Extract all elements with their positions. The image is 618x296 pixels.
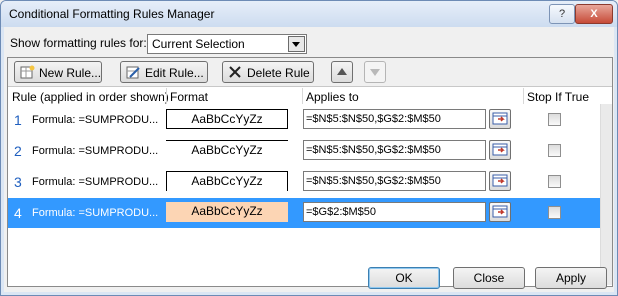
- arrow-down-icon: [370, 69, 380, 76]
- rule-row-selected[interactable]: 4 Formula: =SUMPRODU... AaBbCcYyZz =$G$2…: [8, 198, 600, 228]
- arrow-up-icon: [337, 68, 347, 75]
- rule-number: 1: [14, 112, 22, 128]
- rules-toolbar: New Rule... Edit Rule... Delete Rule: [8, 58, 612, 87]
- rules-header: Rule (applied in order shown) Format App…: [8, 88, 612, 104]
- apply-button[interactable]: Apply: [535, 267, 607, 289]
- stop-if-true-checkbox[interactable]: [548, 175, 561, 188]
- range-selector-button[interactable]: [489, 171, 511, 191]
- range-picker-icon: [492, 205, 508, 218]
- dialog-body: Show formatting rules for: Current Selec…: [4, 27, 614, 292]
- applies-to-value: =$N$5:$N$50,$G$2:$M$50: [306, 144, 441, 156]
- format-preview: AaBbCcYyZz: [166, 171, 288, 191]
- format-preview: AaBbCcYyZz: [166, 140, 288, 160]
- edit-rule-button[interactable]: Edit Rule...: [120, 61, 208, 83]
- rules-scrollbar[interactable]: [600, 104, 612, 285]
- applies-to-field[interactable]: =$N$5:$N$50,$G$2:$M$50: [303, 171, 486, 191]
- help-button[interactable]: ?: [549, 4, 575, 24]
- move-down-button[interactable]: [364, 61, 386, 83]
- edit-rule-icon: [126, 66, 140, 79]
- col-format[interactable]: Format: [170, 90, 208, 104]
- delete-rule-button[interactable]: Delete Rule: [222, 61, 314, 83]
- col-rule[interactable]: Rule (applied in order shown): [12, 90, 169, 104]
- range-picker-icon: [492, 112, 508, 125]
- show-rules-dropdown[interactable]: Current Selection: [147, 34, 307, 54]
- range-picker-icon: [492, 143, 508, 156]
- new-rule-button[interactable]: New Rule...: [14, 61, 102, 83]
- rule-description: Formula: =SUMPRODU...: [32, 114, 159, 126]
- edit-rule-label: Edit Rule...: [145, 66, 204, 80]
- move-up-button[interactable]: [331, 61, 353, 83]
- stop-if-true-checkbox[interactable]: [548, 144, 561, 157]
- applies-to-field[interactable]: =$N$5:$N$50,$G$2:$M$50: [303, 140, 486, 160]
- title-bar[interactable]: Conditional Formatting Rules Manager ? X: [1, 1, 617, 27]
- format-preview: AaBbCcYyZz: [166, 109, 288, 129]
- col-applies-to[interactable]: Applies to: [306, 90, 359, 104]
- delete-icon: [229, 66, 241, 78]
- delete-rule-label: Delete Rule: [247, 66, 310, 80]
- close-button[interactable]: Close: [453, 267, 525, 289]
- applies-to-field[interactable]: =$N$5:$N$50,$G$2:$M$50: [303, 109, 486, 129]
- rule-row[interactable]: 2 Formula: =SUMPRODU... AaBbCcYyZz =$N$5…: [8, 136, 600, 166]
- applies-to-field[interactable]: =$G$2:$M$50: [303, 202, 486, 222]
- range-selector-button[interactable]: [489, 202, 511, 222]
- stop-if-true-checkbox[interactable]: [548, 206, 561, 219]
- rule-description: Formula: =SUMPRODU...: [32, 176, 159, 188]
- rule-number: 4: [14, 205, 22, 221]
- ok-button[interactable]: OK: [368, 267, 440, 289]
- new-rule-label: New Rule...: [39, 66, 102, 80]
- show-rules-value: Current Selection: [152, 37, 245, 51]
- rule-number: 3: [14, 174, 22, 190]
- applies-to-value: =$G$2:$M$50: [306, 206, 377, 218]
- applies-to-value: =$N$5:$N$50,$G$2:$M$50: [306, 113, 441, 125]
- stop-if-true-checkbox[interactable]: [548, 113, 561, 126]
- range-selector-button[interactable]: [489, 140, 511, 160]
- rules-panel: New Rule... Edit Rule... Delete Rule Rul…: [7, 57, 613, 287]
- applies-to-value: =$N$5:$N$50,$G$2:$M$50: [306, 175, 441, 187]
- show-rules-label: Show formatting rules for:: [10, 36, 147, 50]
- rule-row[interactable]: 3 Formula: =SUMPRODU... AaBbCcYyZz =$N$5…: [8, 167, 600, 197]
- rule-description: Formula: =SUMPRODU...: [32, 207, 159, 219]
- close-window-button[interactable]: X: [575, 4, 613, 24]
- chevron-down-icon[interactable]: [288, 36, 305, 52]
- new-rule-icon: [20, 65, 35, 79]
- header-divider: [166, 88, 167, 104]
- range-picker-icon: [492, 174, 508, 187]
- dialog-window: Conditional Formatting Rules Manager ? X…: [0, 0, 618, 296]
- rule-number: 2: [14, 143, 22, 159]
- col-stop-if-true[interactable]: Stop If True: [527, 90, 589, 104]
- range-selector-button[interactable]: [489, 109, 511, 129]
- rule-description: Formula: =SUMPRODU...: [32, 145, 159, 157]
- rule-row[interactable]: 1 Formula: =SUMPRODU... AaBbCcYyZz =$N$5…: [8, 105, 600, 135]
- window-title: Conditional Formatting Rules Manager: [9, 7, 215, 21]
- format-preview: AaBbCcYyZz: [166, 202, 288, 222]
- header-divider: [302, 88, 303, 104]
- header-divider: [523, 88, 524, 104]
